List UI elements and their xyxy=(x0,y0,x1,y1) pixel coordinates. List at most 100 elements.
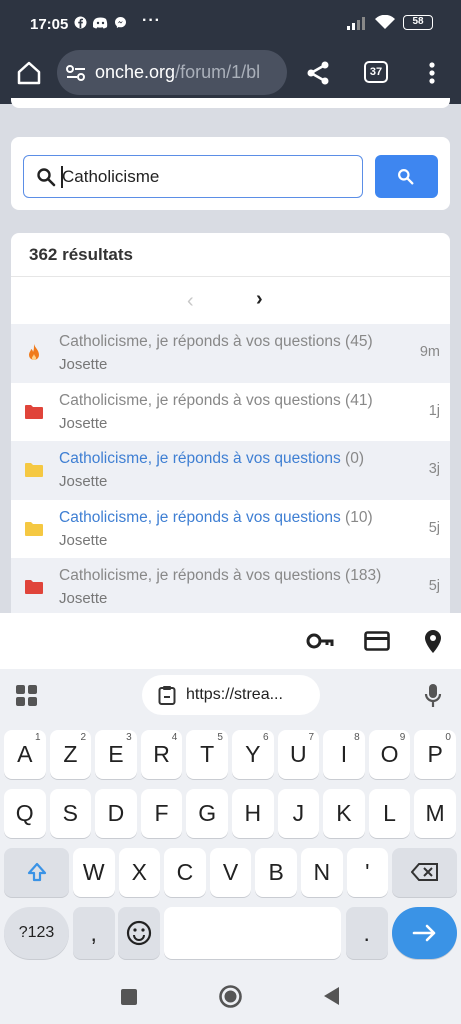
topic-row[interactable]: Catholicisme, je réponds à vos questions… xyxy=(11,383,450,442)
topic-title[interactable]: Catholicisme, je réponds à vos questions… xyxy=(59,509,373,527)
topic-title-text: Catholicisme, je réponds à vos questions xyxy=(59,450,341,467)
key-m[interactable]: M xyxy=(414,789,456,838)
keyboard-suggestion-row: https://strea... xyxy=(0,669,461,723)
microphone-icon[interactable] xyxy=(424,683,442,709)
topic-row[interactable]: Catholicisme, je réponds à vos questions… xyxy=(11,441,450,500)
folder-red-icon xyxy=(25,580,43,594)
period-key[interactable]: . xyxy=(346,907,388,959)
search-icon xyxy=(37,168,56,187)
key-a[interactable]: A1 xyxy=(4,730,46,779)
key-d[interactable]: D xyxy=(95,789,137,838)
key-u[interactable]: U7 xyxy=(277,730,320,779)
backspace-icon xyxy=(410,863,438,881)
key-q[interactable]: Q xyxy=(4,789,46,838)
home-icon[interactable] xyxy=(14,58,44,88)
key-p[interactable]: P0 xyxy=(414,730,456,779)
fire-icon xyxy=(29,344,39,360)
key-z[interactable]: Z2 xyxy=(49,730,92,779)
topic-title[interactable]: Catholicisme, je réponds à vos questions… xyxy=(59,333,373,351)
search-input-value: Catholicisme xyxy=(62,167,160,186)
url-bar[interactable]: onche.org/forum/1/bl xyxy=(57,50,287,95)
key-c[interactable]: C xyxy=(164,848,206,897)
search-button[interactable] xyxy=(375,155,438,198)
key-o[interactable]: O9 xyxy=(368,730,411,779)
key-h[interactable]: H xyxy=(232,789,274,838)
topic-title-text: Catholicisme, je réponds à vos questions xyxy=(59,333,341,350)
topic-title[interactable]: Catholicisme, je réponds à vos questions… xyxy=(59,567,381,585)
clipboard-suggestion-chip[interactable]: https://strea... xyxy=(142,675,320,715)
key-apostrophe[interactable]: ' xyxy=(346,848,389,897)
topic-reply-count: (41) xyxy=(345,391,373,409)
key-e[interactable]: E3 xyxy=(95,730,137,779)
topic-row[interactable]: Catholicisme, je réponds à vos questions… xyxy=(11,500,450,559)
key-y[interactable]: Y6 xyxy=(232,730,274,779)
key-icon[interactable] xyxy=(306,629,334,653)
more-notifications-icon: ··· xyxy=(142,12,161,29)
topic-reply-count: (45) xyxy=(345,333,373,350)
key-x[interactable]: X xyxy=(118,848,161,897)
topic-author[interactable]: Josette xyxy=(59,356,107,373)
comma-key[interactable]: , xyxy=(73,907,115,959)
key-b[interactable]: B xyxy=(255,848,297,897)
key-j[interactable]: J xyxy=(277,789,320,838)
keyboard-apps-icon[interactable] xyxy=(16,685,38,707)
credit-card-icon[interactable] xyxy=(364,629,390,653)
key-label: B xyxy=(268,859,284,885)
browser-toolbar: onche.org/forum/1/bl 37 xyxy=(0,50,461,104)
key-hint: 4 xyxy=(171,732,178,743)
key-f[interactable]: F xyxy=(140,789,183,838)
space-key[interactable] xyxy=(164,907,341,959)
url-text[interactable]: onche.org/forum/1/bl xyxy=(95,62,285,83)
pager-prev-button[interactable]: ‹ xyxy=(187,290,194,313)
pager-next-button[interactable]: › xyxy=(256,288,263,311)
topic-author[interactable]: Josette xyxy=(59,532,107,549)
key-label: C xyxy=(176,859,194,885)
topic-age: 5j xyxy=(428,519,440,536)
tab-switcher-button[interactable]: 37 xyxy=(364,61,388,83)
key-w[interactable]: W xyxy=(73,848,115,897)
status-right: 58 xyxy=(347,15,433,30)
enter-arrow-icon xyxy=(412,924,435,942)
shift-arrow-icon xyxy=(27,862,46,882)
topic-reply-count: (10) xyxy=(345,508,373,526)
key-i[interactable]: I8 xyxy=(323,730,365,779)
share-icon[interactable] xyxy=(303,58,333,88)
status-time: 17:05 xyxy=(30,16,69,33)
topic-row[interactable]: Catholicisme, je réponds à vos questions… xyxy=(11,558,450,613)
location-pin-icon[interactable] xyxy=(422,629,444,655)
key-hint: 9 xyxy=(399,732,406,743)
key-label: S xyxy=(62,800,79,826)
site-settings-icon[interactable] xyxy=(65,63,87,83)
key-label: ' xyxy=(365,859,370,885)
key-k[interactable]: K xyxy=(323,789,365,838)
symbols-key[interactable]: ?123 xyxy=(4,907,69,959)
key-t[interactable]: T5 xyxy=(186,730,228,779)
shift-key[interactable] xyxy=(4,848,69,897)
key-v[interactable]: V xyxy=(209,848,252,897)
topic-title[interactable]: Catholicisme, je réponds à vos questions… xyxy=(59,392,373,410)
backspace-key[interactable] xyxy=(392,848,457,897)
messenger-icon xyxy=(115,17,126,28)
topic-age: 1j xyxy=(428,402,440,419)
search-input[interactable]: Catholicisme xyxy=(23,155,363,198)
previous-card-edge xyxy=(11,98,450,108)
key-r[interactable]: R4 xyxy=(140,730,183,779)
key-l[interactable]: L xyxy=(368,789,411,838)
key-label: J xyxy=(292,800,305,826)
back-triangle-icon[interactable] xyxy=(323,986,341,1006)
key-g[interactable]: G xyxy=(186,789,228,838)
recents-square-icon[interactable] xyxy=(120,988,138,1006)
overflow-menu-icon[interactable] xyxy=(420,58,444,88)
key-s[interactable]: S xyxy=(49,789,92,838)
topic-row[interactable]: Catholicisme, je réponds à vos questions… xyxy=(11,324,450,383)
topic-title[interactable]: Catholicisme, je réponds à vos questions… xyxy=(59,450,364,468)
topic-author[interactable]: Josette xyxy=(59,590,107,607)
key-n[interactable]: N xyxy=(301,848,343,897)
enter-key[interactable] xyxy=(392,907,457,959)
emoji-key[interactable] xyxy=(118,907,160,959)
topic-author[interactable]: Josette xyxy=(59,415,107,432)
topic-age: 5j xyxy=(428,578,440,594)
key-label: H xyxy=(244,800,262,826)
home-circle-icon[interactable] xyxy=(218,984,243,1009)
topic-author[interactable]: Josette xyxy=(59,473,107,490)
